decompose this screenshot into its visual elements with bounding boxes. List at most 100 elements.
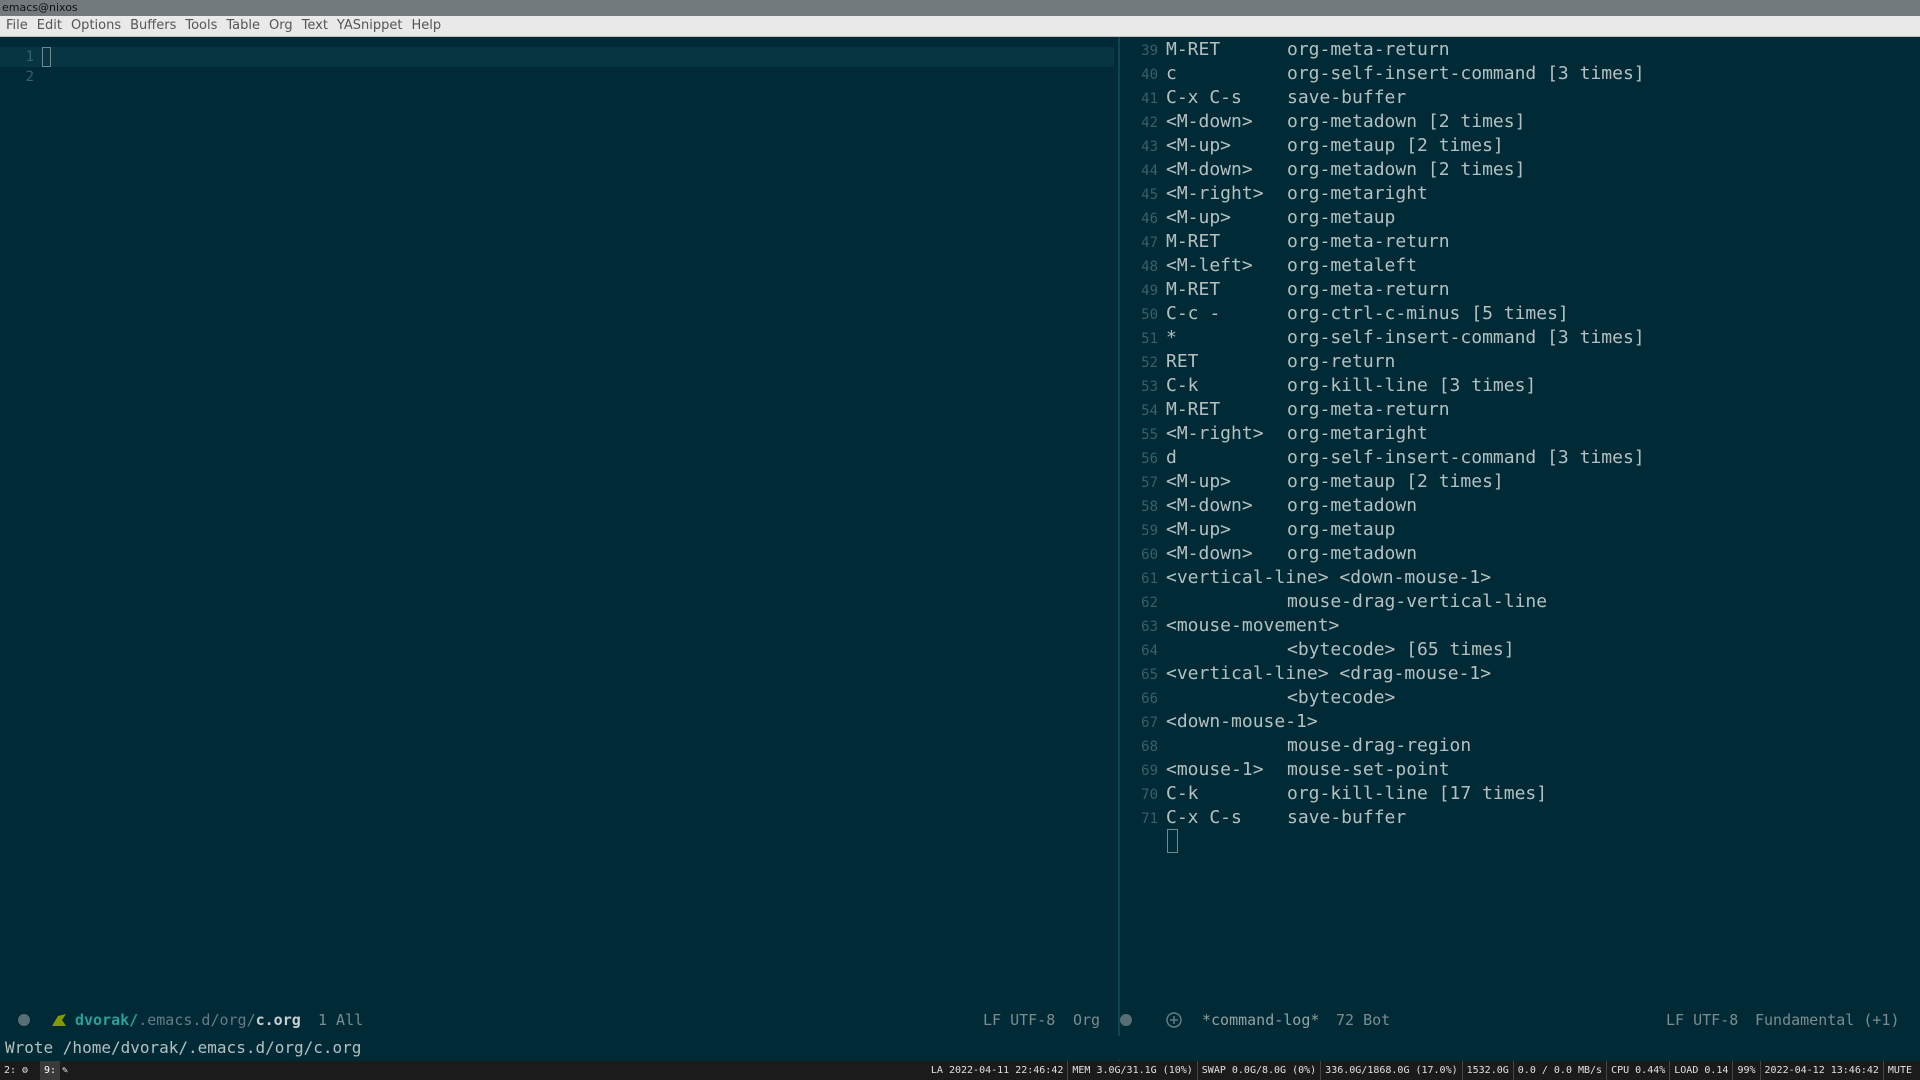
current-line-highlight [0, 47, 1114, 67]
menu-table[interactable]: Table [226, 16, 260, 36]
path-dir: .emacs.d/org/ [138, 1011, 256, 1029]
log-command: org-metaright [1287, 423, 1428, 444]
status-segment: LOAD 0.14 [1669, 1061, 1732, 1080]
log-key: M-RET [1166, 279, 1221, 300]
log-command: org-metaright [1287, 183, 1428, 204]
log-line: 60 <M-down> org-metadown [1120, 542, 1417, 566]
log-line: 64 <bytecode> [65 times] [1120, 638, 1514, 662]
log-command: org-metadown [2 times] [1287, 111, 1526, 132]
major-mode[interactable]: Fundamental (+1) [1755, 1008, 1900, 1032]
line-number: 58 [1141, 499, 1158, 515]
log-command: org-meta-return [1287, 399, 1450, 420]
log-key: RET [1166, 351, 1199, 372]
buffer-position: 72 Bot [1336, 1011, 1391, 1029]
command-log-pane[interactable]: 39 M-RET org-meta-return 40 c org-self-insert… [1120, 37, 1920, 1014]
log-command: org-metaup [2 times] [1287, 471, 1504, 492]
log-command: org-self-insert-command [3 times] [1287, 447, 1645, 468]
left-modeline: dvorak/.emacs.d/org/c.org 1 All LF UTF-8… [0, 1008, 1118, 1032]
log-key: <M-up> [1166, 519, 1232, 540]
line-number: 54 [1141, 403, 1158, 419]
line-number: 71 [1141, 811, 1158, 827]
log-command: org-return [1287, 351, 1396, 372]
menu-file[interactable]: File [6, 16, 28, 36]
major-mode[interactable]: Org [1073, 1008, 1100, 1032]
log-line: 61 <vertical-line> <down-mouse-1> [1120, 566, 1491, 590]
status-segment: LA 2022-04-11 22:46:42 [930, 1065, 1064, 1076]
log-command: org-kill-line [17 times] [1287, 783, 1548, 804]
menu-edit[interactable]: Edit [37, 16, 62, 36]
line-number: 70 [1141, 787, 1158, 803]
log-line: 55 <M-right> org-metaright [1120, 422, 1428, 446]
log-line: 57 <M-up> org-metaup [2 times] [1120, 470, 1504, 494]
log-command: <bytecode> [1287, 687, 1396, 708]
log-key: <M-up> [1166, 207, 1232, 228]
line-number: 40 [1141, 67, 1158, 83]
menu-yasnippet[interactable]: YASnippet [337, 16, 403, 36]
log-command: org-metadown [2 times] [1287, 159, 1526, 180]
status-segment: MUTE [1882, 1061, 1916, 1080]
right-modeline: *command-log* 72 Bot LF UTF-8 Fundamenta… [1120, 1008, 1920, 1032]
line-number: 45 [1141, 187, 1158, 203]
log-key: M-RET [1166, 399, 1221, 420]
modified-indicator-icon [18, 1014, 30, 1026]
log-line: 53 C-k org-kill-line [3 times] [1120, 374, 1536, 398]
log-line: 68 mouse-drag-region [1120, 734, 1471, 758]
log-line: 48 <M-left> org-metaleft [1120, 254, 1417, 278]
log-key: <M-up> [1166, 471, 1232, 492]
line-number: 67 [1141, 715, 1158, 731]
log-line: 45 <M-right> org-metaright [1120, 182, 1428, 206]
menu-bar: File Edit Options Buffers Tools Table Org Text Y… [0, 16, 1920, 37]
encoding-indicator[interactable]: LF UTF-8 [983, 1008, 1055, 1032]
log-command: mouse-drag-vertical-line [1287, 591, 1548, 612]
line-number: 61 [1141, 571, 1158, 587]
log-line: 70 C-k org-kill-line [17 times] [1120, 782, 1547, 806]
log-line: 42 <M-down> org-metadown [2 times] [1120, 110, 1525, 134]
line-number: 1 [25, 49, 34, 65]
left-editor-pane[interactable]: 1 2 [0, 37, 1118, 1014]
line-number: 42 [1141, 115, 1158, 131]
menu-options[interactable]: Options [71, 16, 121, 36]
log-line: 66 <bytecode> [1120, 686, 1395, 710]
buffer-position: 1 All [318, 1011, 364, 1029]
menu-tools[interactable]: Tools [185, 16, 217, 36]
log-line: 59 <M-up> org-metaup [1120, 518, 1395, 542]
log-key: <M-right> [1166, 423, 1264, 444]
line-number: 50 [1141, 307, 1158, 323]
log-command: mouse-set-point [1287, 759, 1450, 780]
path-user: dvorak/ [75, 1011, 139, 1029]
line-number: 69 [1141, 763, 1158, 779]
log-key: C-k [1166, 375, 1199, 396]
log-key: <mouse-1> [1166, 759, 1264, 780]
status-segment: 0.0 / 0.0 MB/s [1512, 1061, 1606, 1080]
log-key: <M-right> [1166, 183, 1264, 204]
log-line: 50 C-c - org-ctrl-c-minus [5 times] [1120, 302, 1569, 326]
log-key: <mouse-movement> [1166, 615, 1340, 636]
line-number: 64 [1141, 643, 1158, 659]
status-segment: 99% [1732, 1061, 1759, 1080]
log-key: d [1166, 447, 1177, 468]
log-line: 71 C-x C-s save-buffer [1120, 806, 1406, 830]
text-cursor [42, 47, 51, 67]
log-command: org-ctrl-c-minus [5 times] [1287, 303, 1569, 324]
menu-text[interactable]: Text [302, 16, 328, 36]
encoding-indicator[interactable]: LF UTF-8 [1666, 1008, 1738, 1032]
menu-buffers[interactable]: Buffers [130, 16, 176, 36]
log-command: org-self-insert-command [3 times] [1287, 63, 1645, 84]
log-key: * [1166, 327, 1177, 348]
workspace-icon: ⚙ [22, 1065, 29, 1076]
log-key: <vertical-line> <drag-mouse-1> [1166, 663, 1492, 684]
log-line: 65 <vertical-line> <drag-mouse-1> [1120, 662, 1491, 686]
log-line: 69 <mouse-1> mouse-set-point [1120, 758, 1450, 782]
log-command: org-self-insert-command [3 times] [1287, 327, 1645, 348]
log-line: 52 RET org-return [1120, 350, 1395, 374]
line-number: 53 [1141, 379, 1158, 395]
log-command: org-meta-return [1287, 231, 1450, 252]
line-number: 55 [1141, 427, 1158, 443]
menu-org[interactable]: Org [269, 16, 293, 36]
menu-help[interactable]: Help [411, 16, 441, 36]
log-line: 47 M-RET org-meta-return [1120, 230, 1450, 254]
log-line: 56 d org-self-insert-command [3 times] [1120, 446, 1645, 470]
line-number: 39 [1141, 43, 1158, 59]
log-line: 54 M-RET org-meta-return [1120, 398, 1450, 422]
log-key: M-RET [1166, 39, 1221, 60]
